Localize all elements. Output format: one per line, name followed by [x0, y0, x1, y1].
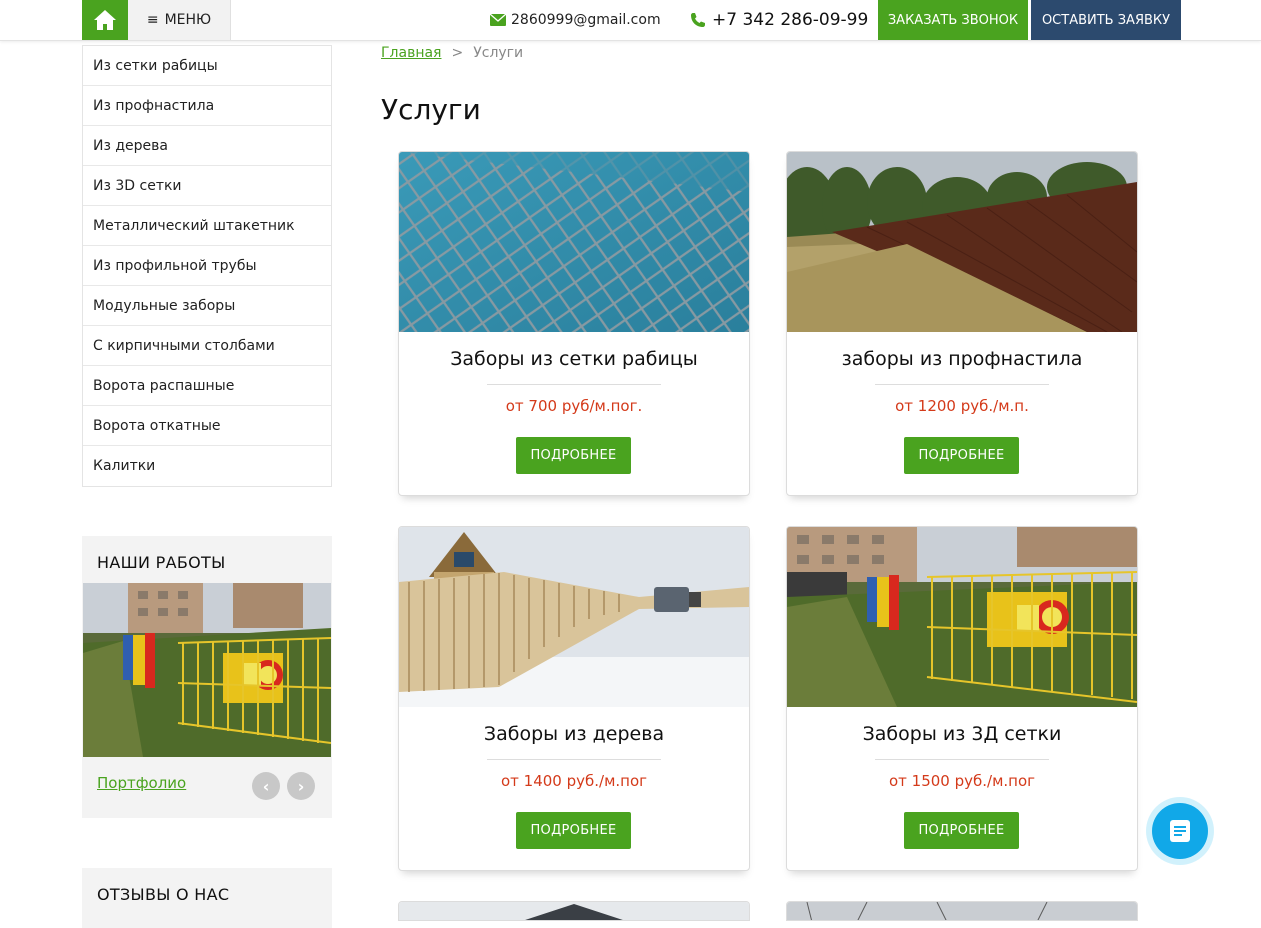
sidebar-item[interactable]: Из профнастила	[83, 86, 331, 126]
breadcrumb-current: Услуги	[473, 45, 524, 61]
our-works-widget: НАШИ РАБОТЫ Портфолио ‹ ›	[82, 536, 332, 818]
card-image	[399, 152, 749, 332]
card-image	[787, 527, 1137, 707]
works-photo[interactable]	[83, 583, 331, 757]
home-icon	[94, 10, 116, 30]
card-price: от 1200 руб./м.п.	[895, 397, 1029, 415]
details-button[interactable]: ПОДРОБНЕЕ	[904, 437, 1019, 474]
service-card[interactable]: заборы из профнастила от 1200 руб./м.п. …	[786, 151, 1138, 496]
card-divider	[875, 759, 1049, 760]
sidebar-item[interactable]: Ворота распашные	[83, 366, 331, 406]
sidebar-item[interactable]: Калитки	[83, 446, 331, 486]
reviews-title: ОТЗЫВЫ О НАС	[97, 885, 230, 904]
service-card-partial[interactable]	[398, 901, 750, 921]
sidebar-menu: Из сетки рабицы Из профнастила Из дерева…	[82, 45, 332, 487]
menu-button[interactable]: ≡ МЕНЮ	[128, 0, 231, 40]
order-call-button[interactable]: ЗАКАЗАТЬ ЗВОНОК	[878, 0, 1028, 40]
details-button[interactable]: ПОДРОБНЕЕ	[516, 437, 631, 474]
sidebar-item[interactable]: Из сетки рабицы	[83, 46, 331, 86]
phone-text: +7 342 286-09-99	[712, 10, 869, 30]
sidebar-item[interactable]: Из дерева	[83, 126, 331, 166]
reviews-widget: ОТЗЫВЫ О НАС	[82, 868, 332, 928]
details-button[interactable]: ПОДРОБНЕЕ	[516, 812, 631, 849]
our-works-title: НАШИ РАБОТЫ	[97, 553, 226, 572]
sidebar-item[interactable]: С кирпичными столбами	[83, 326, 331, 366]
card-price: от 1500 руб./м.пог	[888, 772, 1036, 790]
chat-widget-button[interactable]	[1146, 797, 1214, 865]
card-divider	[875, 384, 1049, 385]
top-bar: ≡ МЕНЮ 2860999@gmail.com +7 342 286-09-9…	[0, 0, 1261, 41]
chat-document-icon	[1152, 803, 1208, 859]
breadcrumb-home-link[interactable]: Главная	[381, 45, 441, 61]
card-title: заборы из профнастила	[841, 348, 1083, 370]
sidebar-item[interactable]: Металлический штакетник	[83, 206, 331, 246]
envelope-icon	[490, 14, 506, 26]
sidebar-item[interactable]: Модульные заборы	[83, 286, 331, 326]
prev-arrow-icon[interactable]: ‹	[252, 772, 280, 800]
card-title: Заборы из дерева	[483, 723, 665, 745]
card-title: Заборы из сетки рабицы	[450, 348, 698, 370]
card-image	[787, 152, 1137, 332]
details-button[interactable]: ПОДРОБНЕЕ	[904, 812, 1019, 849]
service-card-partial[interactable]	[786, 901, 1138, 921]
service-card[interactable]: Заборы из 3Д сетки от 1500 руб./м.пог ПО…	[786, 526, 1138, 871]
breadcrumb: Главная > Услуги	[381, 45, 523, 61]
phone-icon	[691, 13, 705, 27]
sidebar-item[interactable]: Из 3D сетки	[83, 166, 331, 206]
header-phone[interactable]: +7 342 286-09-99	[690, 0, 868, 40]
card-price: от 700 руб/м.пог.	[505, 397, 643, 415]
card-price: от 1400 руб./м.пог	[500, 772, 648, 790]
service-card[interactable]: Заборы из дерева от 1400 руб./м.пог ПОДР…	[398, 526, 750, 871]
sidebar-item[interactable]: Из профильной трубы	[83, 246, 331, 286]
service-card[interactable]: Заборы из сетки рабицы от 700 руб/м.пог.…	[398, 151, 750, 496]
card-divider	[487, 384, 661, 385]
sidebar-item[interactable]: Ворота откатные	[83, 406, 331, 446]
page-title: Услуги	[381, 93, 481, 126]
card-title: Заборы из 3Д сетки	[862, 723, 1062, 745]
menu-label: МЕНЮ	[164, 12, 212, 28]
next-arrow-icon[interactable]: ›	[287, 772, 315, 800]
leave-request-button[interactable]: ОСТАВИТЬ ЗАЯВКУ	[1031, 0, 1181, 40]
header-email[interactable]: 2860999@gmail.com	[490, 0, 661, 40]
email-text: 2860999@gmail.com	[511, 12, 661, 28]
card-image	[399, 527, 749, 707]
portfolio-link[interactable]: Портфолио	[97, 774, 186, 792]
home-button[interactable]	[82, 0, 128, 40]
breadcrumb-separator: >	[451, 45, 464, 61]
card-divider	[487, 759, 661, 760]
bars-icon: ≡	[146, 12, 159, 28]
